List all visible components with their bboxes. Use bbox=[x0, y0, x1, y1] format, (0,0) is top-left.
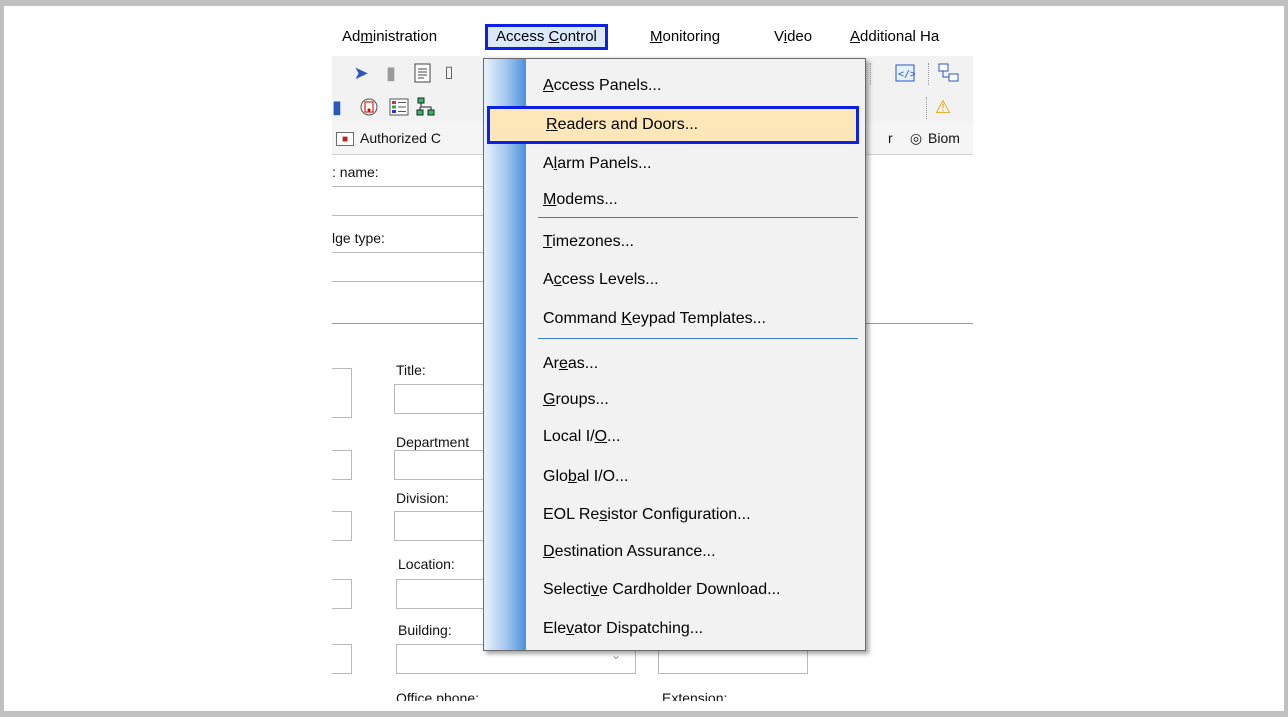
menu-item-access-levels[interactable]: Access Levels... bbox=[485, 261, 859, 299]
wand-icon[interactable]: ➤ bbox=[350, 62, 372, 84]
menu-item-text: Destination Assurance... bbox=[543, 543, 716, 560]
tab-partial[interactable]: r bbox=[888, 125, 893, 151]
menu-item-text: Timezones... bbox=[543, 233, 634, 250]
photo-frame[interactable] bbox=[332, 368, 352, 418]
toolbar-separator bbox=[926, 97, 928, 119]
menu-item-eol-resistor-configuration[interactable]: EOL Resistor Configuration... bbox=[485, 496, 859, 534]
list-colors-icon[interactable] bbox=[388, 96, 410, 118]
id-card-icon: ■ bbox=[336, 132, 354, 147]
left-field-3[interactable] bbox=[332, 579, 352, 609]
last-name-field[interactable] bbox=[332, 186, 490, 216]
title-label: Title: bbox=[396, 362, 426, 378]
menu-administration[interactable]: Administration bbox=[334, 24, 445, 50]
menu-label: V bbox=[774, 28, 784, 45]
menu-item-timezones[interactable]: Timezones... bbox=[485, 223, 859, 261]
menu-item-text: Command Keypad Templates... bbox=[543, 310, 766, 327]
left-field-4[interactable] bbox=[332, 644, 352, 674]
menu-item-modems[interactable]: Modems... bbox=[485, 181, 859, 219]
extension-label: Extension: bbox=[662, 690, 728, 701]
badge-type-field[interactable] bbox=[332, 252, 490, 282]
menu-item-command-keypad-templates[interactable]: Command Keypad Templates... bbox=[485, 300, 859, 338]
toolbar-separator bbox=[928, 63, 930, 85]
svg-text:</>: </> bbox=[898, 69, 915, 80]
tab-biometrics[interactable]: ◎ Biom bbox=[908, 125, 960, 151]
network-icon[interactable] bbox=[938, 62, 960, 84]
division-label: Division: bbox=[396, 490, 449, 506]
menu-label: Ad bbox=[342, 28, 361, 45]
division-field[interactable] bbox=[394, 511, 494, 541]
menu-item-access-panels[interactable]: Access Panels... bbox=[485, 67, 859, 105]
menu-item-text: Global I/O... bbox=[543, 468, 629, 485]
menu-item-local-io[interactable]: Local I/O... bbox=[485, 418, 859, 456]
tab-label: Authorized C bbox=[360, 130, 441, 146]
code-view-icon[interactable]: </> bbox=[894, 62, 916, 84]
menu-item-destination-assurance[interactable]: Destination Assurance... bbox=[485, 533, 859, 571]
alarm-bell-icon[interactable]: ⚠ bbox=[932, 96, 954, 118]
fingerprint-icon: ◎ bbox=[909, 130, 923, 146]
partial-tool-icon[interactable]: ▮ bbox=[332, 96, 348, 118]
left-field-1[interactable] bbox=[332, 450, 352, 480]
menu-label: ontrol bbox=[559, 28, 597, 45]
tab-authorized-credentials[interactable]: ■ Authorized C bbox=[336, 125, 441, 151]
menu-item-global-io[interactable]: Global I/O... bbox=[485, 458, 859, 496]
menu-label: inistration bbox=[372, 28, 438, 45]
title-field[interactable] bbox=[394, 384, 494, 414]
menu-access-control[interactable]: Access Control bbox=[485, 24, 608, 50]
menu-label: dditional Ha bbox=[860, 28, 940, 45]
menu-accelerator: C bbox=[548, 28, 560, 45]
tab-label: r bbox=[888, 130, 893, 146]
menu-item-text: Modems... bbox=[543, 191, 618, 208]
badge-reader-icon[interactable] bbox=[358, 96, 380, 118]
menu-label: onitoring bbox=[662, 28, 721, 45]
menu-label: Access bbox=[496, 28, 549, 45]
menu-monitoring[interactable]: Monitoring bbox=[642, 24, 728, 50]
document-icon[interactable] bbox=[412, 62, 434, 84]
menu-accelerator: A bbox=[850, 28, 861, 45]
document-partial-icon[interactable]: ▯ bbox=[438, 62, 460, 84]
menu-accelerator: m bbox=[360, 28, 373, 45]
menu-item-readers-and-doors[interactable]: Readers and Doors... bbox=[487, 106, 859, 144]
menu-item-text: Readers and Doors... bbox=[546, 116, 699, 133]
menu-item-groups[interactable]: Groups... bbox=[485, 381, 859, 419]
badge-type-label: lge type: bbox=[332, 230, 385, 246]
menu-item-text: EOL Resistor Configuration... bbox=[543, 506, 751, 523]
office-phone-label: Office phone: bbox=[396, 690, 480, 701]
left-field-2[interactable] bbox=[332, 511, 352, 541]
department-label: Department bbox=[396, 434, 470, 450]
menu-item-text: Local I/O... bbox=[543, 428, 621, 445]
building-label: Building: bbox=[398, 622, 452, 638]
menu-item-alarm-panels[interactable]: Alarm Panels... bbox=[485, 145, 859, 183]
menu-item-areas[interactable]: Areas... bbox=[485, 345, 859, 383]
menu-label: deo bbox=[787, 28, 813, 45]
menu-item-text: Selective Cardholder Download... bbox=[543, 581, 781, 598]
menu-item-text: Alarm Panels... bbox=[543, 155, 652, 172]
tab-label: Biom bbox=[928, 130, 960, 146]
menu-separator bbox=[538, 338, 858, 339]
menu-separator bbox=[538, 217, 858, 218]
menu-additional-hardware[interactable]: Additional Ha bbox=[842, 24, 947, 50]
menu-item-text: Elevator Dispatching... bbox=[543, 620, 704, 637]
chart-icon[interactable]: ▮ bbox=[380, 62, 402, 84]
access-control-dropdown: Access Panels... Readers and Doors... Al… bbox=[483, 58, 866, 651]
location-label: Location: bbox=[398, 556, 455, 572]
location-field[interactable] bbox=[396, 579, 496, 609]
menu-item-text: Access Panels... bbox=[543, 77, 662, 94]
menu-bar: Administration Access Control Monitoring… bbox=[332, 20, 973, 52]
menu-item-text: Areas... bbox=[543, 355, 599, 372]
menu-accelerator: M bbox=[650, 28, 663, 45]
toolbar-separator bbox=[870, 63, 872, 85]
menu-item-text: Groups... bbox=[543, 391, 609, 408]
hierarchy-icon[interactable] bbox=[416, 96, 438, 118]
last-name-label: : name: bbox=[332, 164, 379, 180]
menu-item-text: Access Levels... bbox=[543, 271, 659, 288]
menu-item-selective-cardholder-download[interactable]: Selective Cardholder Download... bbox=[485, 571, 859, 609]
menu-video[interactable]: Video bbox=[766, 24, 820, 50]
menu-item-elevator-dispatching[interactable]: Elevator Dispatching... bbox=[485, 610, 859, 648]
department-field[interactable] bbox=[394, 450, 494, 480]
